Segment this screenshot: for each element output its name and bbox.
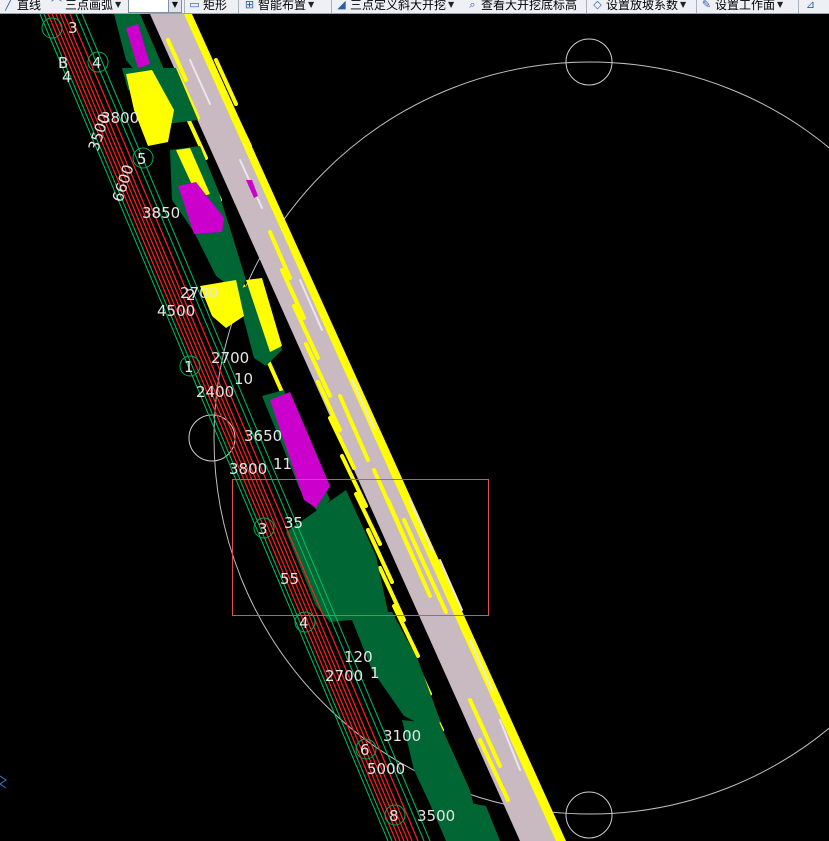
axis-marker-2: 5 [137, 150, 147, 168]
dropdown-arrow-icon[interactable]: ▼ [777, 0, 783, 9]
dropdown-arrow-icon[interactable]: ▼ [308, 0, 314, 9]
dimension-label: 3850 [142, 204, 180, 222]
rectangle-icon: ▭ [189, 0, 200, 11]
partial-label: 11 [273, 455, 292, 473]
more-tool[interactable]: ⊿ [804, 0, 817, 13]
chevron-down-icon[interactable]: ▼ [168, 0, 181, 12]
dimension-label: 3650 [244, 427, 282, 445]
axis-marker-4: 3 [258, 520, 268, 538]
slope-icon: ◇ [593, 0, 602, 11]
workface-tool[interactable]: ✎ 设置工作面 ▼ [700, 0, 783, 13]
smart-layout-tool[interactable]: ⊞ 智能布置 ▼ [243, 0, 314, 13]
view-elevation-icon: ⌕ [469, 0, 476, 11]
partial-label: 120 [344, 648, 373, 666]
cad-window: 4 5 1 3 4 6 8 3800 3850 2700 4500 2700 2… [0, 0, 829, 841]
dimension-label: 3800 [229, 460, 267, 478]
axis-marker-7: 8 [389, 807, 399, 825]
arc-icon: ⌒ [51, 0, 62, 11]
dimension-label: 4500 [157, 302, 195, 320]
toolbar-separator [238, 0, 239, 13]
partial-label: 2 [186, 286, 196, 304]
smart-layout-icon: ⊞ [244, 0, 255, 11]
toolbar-separator [586, 0, 587, 13]
partial-label: 35 [284, 514, 303, 532]
line-tool[interactable]: ╱ 直线 [2, 0, 41, 13]
dimension-label: 3100 [383, 727, 421, 745]
dimension-label: 3500 [417, 807, 455, 825]
partial-label: 3 [68, 19, 78, 37]
dropdown-arrow-icon[interactable]: ▼ [448, 0, 454, 9]
dimension-label: 5000 [367, 760, 405, 778]
drawing-canvas[interactable]: 4 5 1 3 4 6 8 3800 3850 2700 4500 2700 2… [0, 0, 829, 841]
axis-marker-3: 1 [184, 358, 194, 376]
view-elevation-tool[interactable]: ⌕ 查看大开挖底标高 [466, 0, 577, 13]
arc-tool[interactable]: ⌒ 三点画弧 ▼ [50, 0, 121, 13]
excavation-icon: ◢ [337, 0, 346, 11]
layer-combo[interactable]: ▼ [128, 0, 182, 13]
dimension-label: 2400 [196, 383, 234, 401]
dimension-label: 2700 [325, 667, 363, 685]
axis-marker-6: 6 [360, 741, 370, 759]
rectangle-tool[interactable]: ▭ 矩形 [188, 0, 227, 13]
line-icon: ╱ [5, 0, 12, 11]
axis-marker-5: 4 [299, 614, 309, 632]
partial-label: 10 [234, 370, 253, 388]
dropdown-arrow-icon[interactable]: ▼ [115, 0, 121, 9]
more-icon: ⊿ [805, 0, 816, 11]
toolbar-separator [331, 0, 332, 13]
partial-label: 1 [370, 664, 380, 682]
dropdown-arrow-icon[interactable]: ▼ [680, 0, 686, 9]
partial-label: 4 [62, 68, 72, 86]
axis-marker-1: 4 [92, 54, 102, 72]
workface-icon: ✎ [701, 0, 712, 11]
excavation-tool[interactable]: ◢ 三点定义斜大开挖 ▼ [335, 0, 454, 13]
dimension-label: 2700 [211, 349, 249, 367]
partial-label: 55 [280, 570, 299, 588]
drawing-toolbar: ╱ 直线 ⌒ 三点画弧 ▼ ▼ ▭ 矩形 ⊞ 智能布置 ▼ ◢ 三点定义斜大开挖… [0, 0, 829, 14]
toolbar-separator [184, 0, 185, 13]
toolbar-separator [696, 0, 697, 13]
toolbar-separator [798, 0, 799, 13]
slope-tool[interactable]: ◇ 设置放坡系数 ▼ [591, 0, 686, 13]
